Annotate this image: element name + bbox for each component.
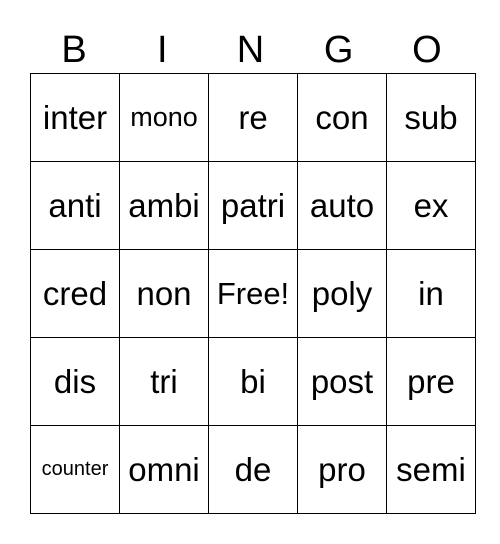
bingo-cell: counter: [30, 425, 120, 514]
header-letter-i: I: [157, 29, 168, 71]
bingo-cell: omni: [119, 425, 209, 514]
bingo-cell: in: [386, 249, 476, 338]
bingo-cell: sub: [386, 73, 476, 162]
bingo-header: B I N G O: [30, 28, 471, 72]
bingo-cell: anti: [30, 161, 120, 250]
bingo-cell: con: [297, 73, 387, 162]
bingo-cell: dis: [30, 337, 120, 426]
bingo-cell: non: [119, 249, 209, 338]
bingo-cell: pre: [386, 337, 476, 426]
bingo-grid: inter mono re con sub anti ambi patri au…: [30, 73, 476, 514]
header-letter-b: B: [61, 29, 87, 71]
bingo-cell: pro: [297, 425, 387, 514]
bingo-cell: bi: [208, 337, 298, 426]
bingo-cell: auto: [297, 161, 387, 250]
grid-row: counter omni de pro semi: [30, 425, 476, 514]
bingo-cell: inter: [30, 73, 120, 162]
grid-row: dis tri bi post pre: [30, 337, 476, 426]
bingo-cell: de: [208, 425, 298, 514]
bingo-cell: ex: [386, 161, 476, 250]
header-letter-o: O: [412, 29, 442, 71]
header-letter-g: G: [323, 29, 354, 71]
grid-row: cred non Free! poly in: [30, 249, 476, 338]
bingo-cell: poly: [297, 249, 387, 338]
bingo-cell: re: [208, 73, 298, 162]
grid-row: anti ambi patri auto ex: [30, 161, 476, 250]
bingo-cell: patri: [208, 161, 298, 250]
bingo-cell: semi: [386, 425, 476, 514]
bingo-cell: post: [297, 337, 387, 426]
header-letter-n: N: [236, 29, 265, 71]
bingo-cell: tri: [119, 337, 209, 426]
bingo-cell: ambi: [119, 161, 209, 250]
bingo-cell: cred: [30, 249, 120, 338]
free-space-cell: Free!: [208, 249, 298, 338]
grid-row: inter mono re con sub: [30, 73, 476, 162]
bingo-cell: mono: [119, 73, 209, 162]
